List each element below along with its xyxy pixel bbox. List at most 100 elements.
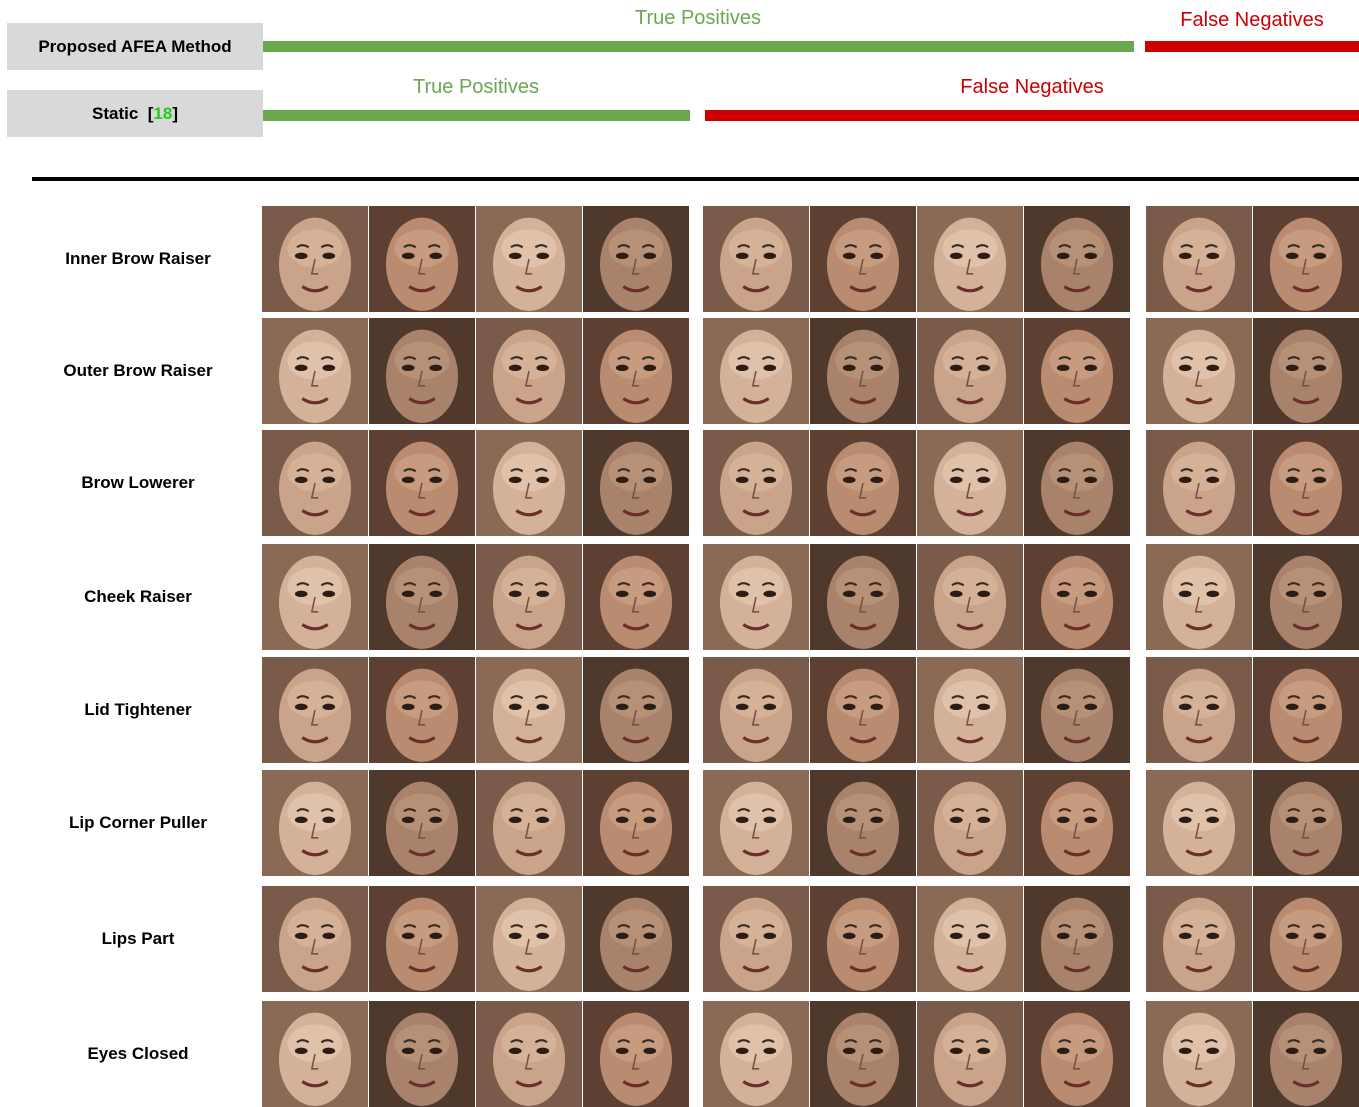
section-divider — [32, 177, 1359, 181]
face-photo — [703, 318, 809, 424]
face-photo — [810, 1001, 916, 1107]
proposed-false-negatives-bar — [1145, 41, 1359, 52]
face-photo — [476, 886, 582, 992]
face-photo — [917, 318, 1023, 424]
face-photo — [262, 318, 368, 424]
face-photo — [917, 1001, 1023, 1107]
face-photo — [1253, 430, 1359, 536]
face-photo — [583, 1001, 689, 1107]
face-photo — [917, 657, 1023, 763]
row-label: Cheek Raiser — [84, 587, 192, 606]
face-photo — [1024, 318, 1130, 424]
row-label: Eyes Closed — [87, 1044, 189, 1063]
face-photo — [703, 544, 809, 650]
face-photo — [810, 770, 916, 876]
face-photo — [703, 770, 809, 876]
face-photo — [369, 430, 475, 536]
face-photo — [583, 886, 689, 992]
face-photo — [369, 886, 475, 992]
face-photo — [1253, 544, 1359, 650]
face-photo — [917, 770, 1023, 876]
face-photo — [369, 1001, 475, 1107]
face-photo — [583, 206, 689, 312]
face-photo — [810, 318, 916, 424]
proposed-true-positives-bar — [263, 41, 1134, 52]
face-photo — [1253, 206, 1359, 312]
static-false-negatives-label: False Negatives — [960, 76, 1104, 98]
face-photo — [810, 544, 916, 650]
face-photo — [262, 657, 368, 763]
face-photo — [917, 886, 1023, 992]
proposed-false-negatives-label: False Negatives — [1180, 9, 1324, 31]
face-photo — [583, 770, 689, 876]
face-photo — [810, 430, 916, 536]
static-true-positives-bar — [263, 110, 690, 121]
face-photo — [476, 430, 582, 536]
face-photo — [369, 657, 475, 763]
static-true-positives-label: True Positives — [413, 76, 539, 98]
face-photo — [1146, 544, 1252, 650]
face-photo — [1253, 318, 1359, 424]
face-photo — [262, 544, 368, 650]
face-photo — [583, 430, 689, 536]
face-photo — [262, 886, 368, 992]
face-photo — [476, 1001, 582, 1107]
face-photo — [1024, 770, 1130, 876]
face-photo — [583, 318, 689, 424]
face-photo — [1024, 430, 1130, 536]
method-name-proposed: Proposed AFEA Method — [38, 36, 232, 56]
face-photo — [262, 430, 368, 536]
face-photo — [369, 318, 475, 424]
face-photo — [583, 657, 689, 763]
method-box-proposed: Proposed AFEA Method — [7, 23, 263, 70]
face-photo — [703, 657, 809, 763]
face-photo — [476, 657, 582, 763]
face-photo — [810, 886, 916, 992]
method-box-static: Static [18] — [7, 90, 263, 137]
face-photo — [1146, 206, 1252, 312]
face-photo — [1024, 206, 1130, 312]
face-photo — [1024, 1001, 1130, 1107]
row-label: Inner Brow Raiser — [65, 249, 211, 268]
face-photo — [1146, 1001, 1252, 1107]
face-photo — [369, 544, 475, 650]
row-label: Outer Brow Raiser — [63, 361, 213, 380]
face-photo — [476, 206, 582, 312]
method-ref-static: 18 — [153, 103, 173, 123]
face-photo — [262, 770, 368, 876]
face-photo — [476, 544, 582, 650]
row-label: Lip Corner Puller — [69, 813, 207, 832]
face-photo — [1024, 657, 1130, 763]
face-photo — [1253, 770, 1359, 876]
face-photo — [1253, 886, 1359, 992]
static-false-negatives-bar — [705, 110, 1359, 121]
face-photo — [703, 1001, 809, 1107]
face-photo — [917, 544, 1023, 650]
face-photo — [583, 544, 689, 650]
row-label: Lid Tightener — [84, 700, 192, 719]
face-photo — [810, 206, 916, 312]
face-photo — [369, 770, 475, 876]
face-photo — [1253, 1001, 1359, 1107]
face-photo — [476, 770, 582, 876]
face-photo — [1146, 430, 1252, 536]
face-photo — [810, 657, 916, 763]
face-photo — [1146, 657, 1252, 763]
face-photo — [369, 206, 475, 312]
row-label: Brow Lowerer — [81, 473, 195, 492]
method-name-static: Static — [92, 103, 139, 123]
face-photo — [1024, 544, 1130, 650]
row-label: Lips Part — [101, 929, 175, 948]
face-photo — [1024, 886, 1130, 992]
face-photo — [1146, 886, 1252, 992]
face-photo — [476, 318, 582, 424]
face-photo — [1253, 657, 1359, 763]
face-photo — [917, 206, 1023, 312]
face-photo — [1146, 770, 1252, 876]
face-photo — [1146, 318, 1252, 424]
face-photo — [703, 886, 809, 992]
face-photo — [917, 430, 1023, 536]
proposed-true-positives-label: True Positives — [635, 7, 761, 29]
face-photo — [262, 206, 368, 312]
face-photo — [262, 1001, 368, 1107]
